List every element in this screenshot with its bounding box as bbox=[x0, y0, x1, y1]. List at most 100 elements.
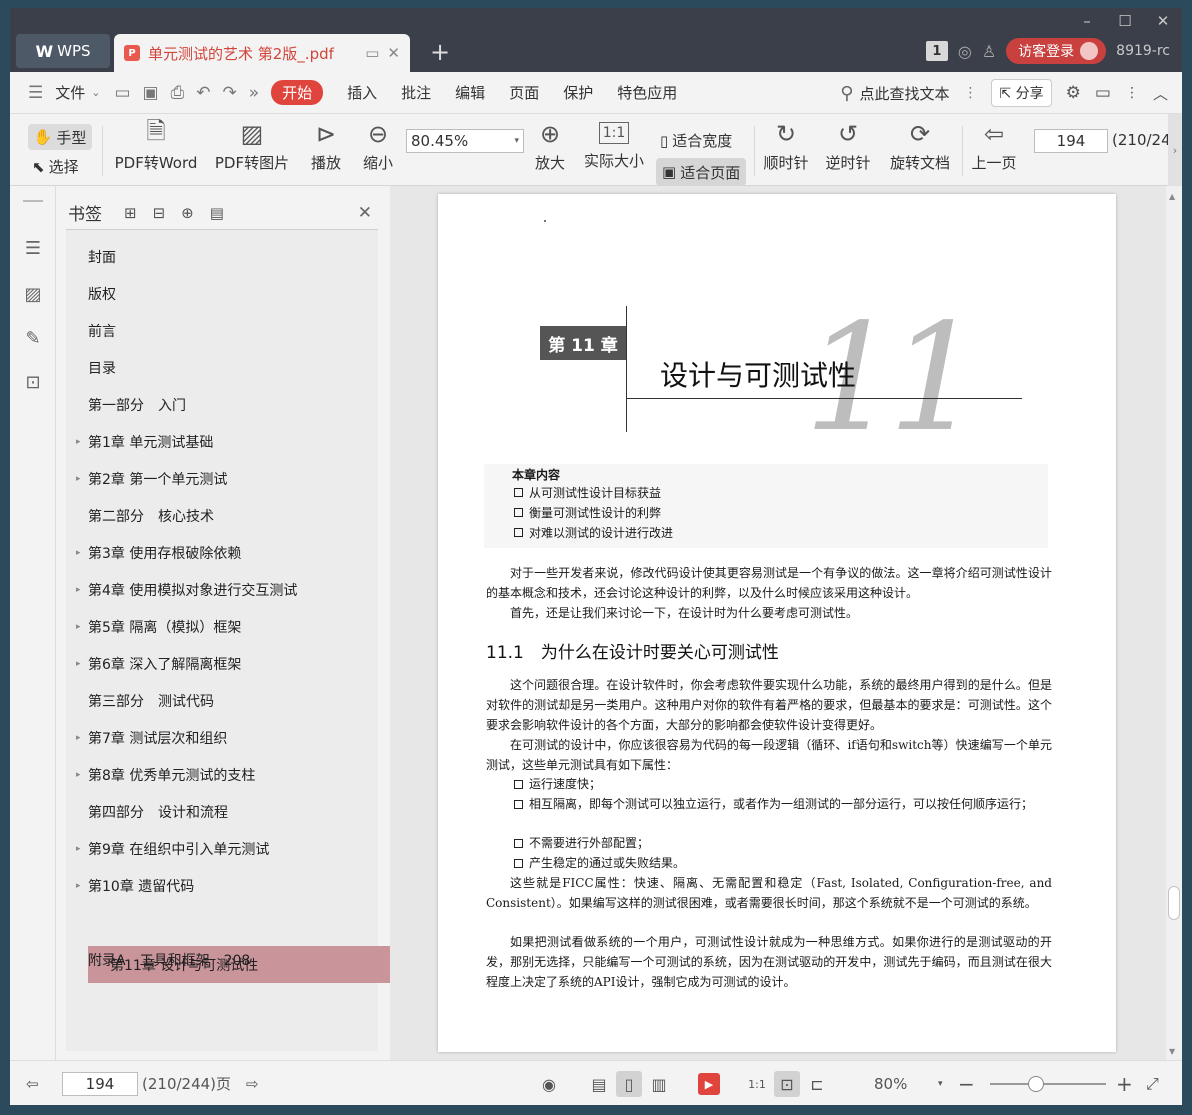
play-button[interactable]: ⊳ 播放 bbox=[308, 116, 344, 173]
menu-file[interactable]: 文件 bbox=[55, 82, 85, 103]
more-icon[interactable]: » bbox=[249, 83, 259, 103]
menu-insert[interactable]: 插入 bbox=[347, 82, 377, 103]
more-vertical-icon[interactable]: ⋮ bbox=[1125, 85, 1139, 101]
attachment-icon[interactable]: ⊡ bbox=[21, 370, 45, 394]
gear-icon[interactable]: ⚙ bbox=[1066, 83, 1081, 103]
actual-size-button[interactable]: 1:1 实际大小 bbox=[582, 116, 646, 171]
bookmark-item[interactable]: 版权 bbox=[66, 275, 378, 312]
status-page-input[interactable]: 194 bbox=[62, 1072, 138, 1096]
tab-wps-home[interactable]: W WPS bbox=[16, 34, 110, 68]
fit-page-button[interactable]: ▣ 适合页面 bbox=[656, 158, 747, 186]
actual-size-status-icon[interactable]: 1:1 bbox=[744, 1071, 770, 1097]
vertical-scrollbar[interactable]: ▲ ▼ bbox=[1166, 186, 1182, 1060]
bookmark-item[interactable]: ▸ 第1章 单元测试基础 bbox=[66, 423, 378, 460]
menu-page[interactable]: 页面 bbox=[509, 82, 539, 103]
vertical-dots-icon[interactable]: ⋮ bbox=[963, 85, 977, 101]
rotate-clockwise-button[interactable]: ↻ 顺时针 bbox=[762, 116, 810, 173]
hamburger-icon[interactable]: ☰ bbox=[28, 83, 43, 103]
bookmark-item[interactable]: ▸ 第4章 使用模拟对象进行交互测试 bbox=[66, 571, 378, 608]
fit-page-status-icon[interactable]: ⊡ bbox=[774, 1071, 800, 1097]
bookmark-item[interactable]: 附录A 工具和框架 208 bbox=[66, 941, 378, 978]
bookmark-item[interactable]: 第二部分 核心技术 bbox=[66, 497, 378, 534]
bookmark-item[interactable]: 第三部分 测试代码 bbox=[66, 682, 378, 719]
expand-arrow-icon[interactable]: ▸ bbox=[76, 474, 81, 484]
bookmark-item[interactable]: ▸ 第3章 使用存根破除依赖 bbox=[66, 534, 378, 571]
expand-arrow-icon[interactable]: ▸ bbox=[76, 733, 81, 743]
status-next-page-button[interactable]: ⇨ bbox=[246, 1061, 259, 1105]
menu-special[interactable]: 特色应用 bbox=[617, 82, 677, 103]
bookmark-item[interactable]: 第一部分 入门 bbox=[66, 386, 378, 423]
bookmark-item[interactable]: ▸ 第2章 第一个单元测试 bbox=[66, 460, 378, 497]
annotation-icon[interactable]: ✎ bbox=[21, 326, 45, 350]
status-prev-page-button[interactable]: ⇦ bbox=[26, 1061, 39, 1105]
bookmark-options-icon[interactable]: ▤ bbox=[210, 204, 224, 222]
previous-page-button[interactable]: ⇦ 上一页 bbox=[970, 116, 1018, 173]
zoom-in-button[interactable]: ⊕ 放大 bbox=[532, 116, 568, 173]
search-text-button[interactable]: ⚲ 点此查找文本 bbox=[840, 83, 949, 104]
drag-handle[interactable] bbox=[23, 200, 43, 202]
menu-start[interactable]: 开始 bbox=[271, 80, 324, 105]
menu-edit[interactable]: 编辑 bbox=[455, 82, 485, 103]
expand-all-icon[interactable]: ⊞ bbox=[124, 204, 137, 222]
zoom-slider-knob[interactable] bbox=[1028, 1076, 1044, 1092]
single-page-icon[interactable]: ▯ bbox=[616, 1071, 642, 1097]
zoom-input[interactable]: 80.45% ▾ bbox=[406, 129, 524, 153]
expand-arrow-icon[interactable]: ▸ bbox=[76, 770, 81, 780]
zoom-slider[interactable] bbox=[990, 1076, 1106, 1092]
hand-tool-button[interactable]: ✋ 手型 bbox=[28, 124, 92, 150]
menu-annotate[interactable]: 批注 bbox=[401, 82, 431, 103]
pdf-to-word-button[interactable]: 🗎 PDF转Word bbox=[114, 116, 198, 173]
close-tab-icon[interactable]: ✕ bbox=[387, 44, 400, 62]
scroll-up-icon[interactable]: ▲ bbox=[1169, 192, 1175, 201]
expand-arrow-icon[interactable]: ▸ bbox=[76, 844, 81, 854]
double-page-icon[interactable]: ▤ bbox=[586, 1071, 612, 1097]
maximize-button[interactable]: ☐ bbox=[1106, 8, 1144, 34]
rotate-document-button[interactable]: ⟳ 旋转文档 bbox=[888, 116, 952, 173]
undo-icon[interactable]: ↶ bbox=[196, 83, 210, 103]
open-folder-icon[interactable]: ▭ bbox=[114, 83, 130, 103]
share-button[interactable]: ⇱ 分享 bbox=[991, 79, 1052, 107]
save-icon[interactable]: ▣ bbox=[143, 83, 159, 103]
collapse-all-icon[interactable]: ⊟ bbox=[153, 204, 166, 222]
bookmark-item[interactable]: ▸ 第9章 在组织中引入单元测试 bbox=[66, 830, 378, 867]
dropdown-arrow-icon[interactable]: ▾ bbox=[514, 136, 519, 146]
scroll-thumb[interactable] bbox=[1168, 886, 1180, 920]
fit-width-button[interactable]: ▯ 适合宽度 bbox=[660, 130, 732, 151]
outline-icon[interactable]: ☰ bbox=[21, 236, 45, 260]
tab-document[interactable]: P 单元测试的艺术 第2版_.pdf ▭ ✕ bbox=[114, 34, 410, 72]
fullscreen-icon[interactable]: ⤢ bbox=[1146, 1061, 1159, 1105]
bookmark-item[interactable]: ▸ 第7章 测试层次和组织 bbox=[66, 719, 378, 756]
rotate-counterclockwise-button[interactable]: ↺ 逆时针 bbox=[824, 116, 872, 173]
bookmark-item[interactable]: 第四部分 设计和流程 bbox=[66, 793, 378, 830]
collapse-icon[interactable]: ︿ bbox=[1153, 83, 1168, 104]
zoom-out-button[interactable]: ⊖ 缩小 bbox=[360, 116, 396, 173]
expand-arrow-icon[interactable]: ▸ bbox=[76, 437, 81, 447]
close-panel-icon[interactable]: ✕ bbox=[358, 203, 372, 223]
chevron-down-icon[interactable]: ⌄ bbox=[91, 86, 100, 99]
status-zoom-value[interactable]: 80% bbox=[874, 1061, 907, 1105]
redo-icon[interactable]: ↷ bbox=[222, 83, 236, 103]
zoom-minus-icon[interactable]: − bbox=[958, 1061, 975, 1105]
bookmark-item[interactable]: 封面 bbox=[66, 238, 378, 275]
skin-icon[interactable]: ◎ bbox=[958, 42, 972, 61]
menu-protect[interactable]: 保护 bbox=[563, 82, 593, 103]
expand-arrow-icon[interactable]: ▸ bbox=[76, 548, 81, 558]
minimize-button[interactable]: – bbox=[1068, 8, 1106, 34]
bookmark-item[interactable]: ▸ 第10章 遗留代码 bbox=[66, 867, 378, 904]
zoom-plus-icon[interactable]: + bbox=[1116, 1061, 1133, 1105]
bookmark-item[interactable]: ▸ 第6章 深入了解隔离框架 bbox=[66, 645, 378, 682]
print-icon[interactable]: ⎙ bbox=[171, 83, 185, 103]
scroll-down-icon[interactable]: ▼ bbox=[1169, 1047, 1175, 1056]
book-mode-icon[interactable]: ▥ bbox=[646, 1071, 672, 1097]
guest-login-button[interactable]: 访客登录 bbox=[1006, 38, 1107, 64]
expand-arrow-icon[interactable]: ▸ bbox=[76, 881, 81, 891]
expand-arrow-icon[interactable]: ▸ bbox=[76, 659, 81, 669]
thumbnail-icon[interactable]: ▨ bbox=[21, 282, 45, 306]
pdf-to-image-button[interactable]: ▨ PDF转图片 bbox=[214, 116, 290, 173]
bookmark-item[interactable]: 前言 bbox=[66, 312, 378, 349]
screen-icon[interactable]: ▭ bbox=[365, 44, 379, 62]
eye-protect-icon[interactable]: ◉ bbox=[536, 1071, 562, 1097]
bookmark-item[interactable]: ▸ 第5章 隔离（模拟）框架 bbox=[66, 608, 378, 645]
play-slideshow-icon[interactable]: ▶ bbox=[698, 1073, 720, 1095]
comment-icon[interactable]: ▭ bbox=[1095, 83, 1111, 103]
